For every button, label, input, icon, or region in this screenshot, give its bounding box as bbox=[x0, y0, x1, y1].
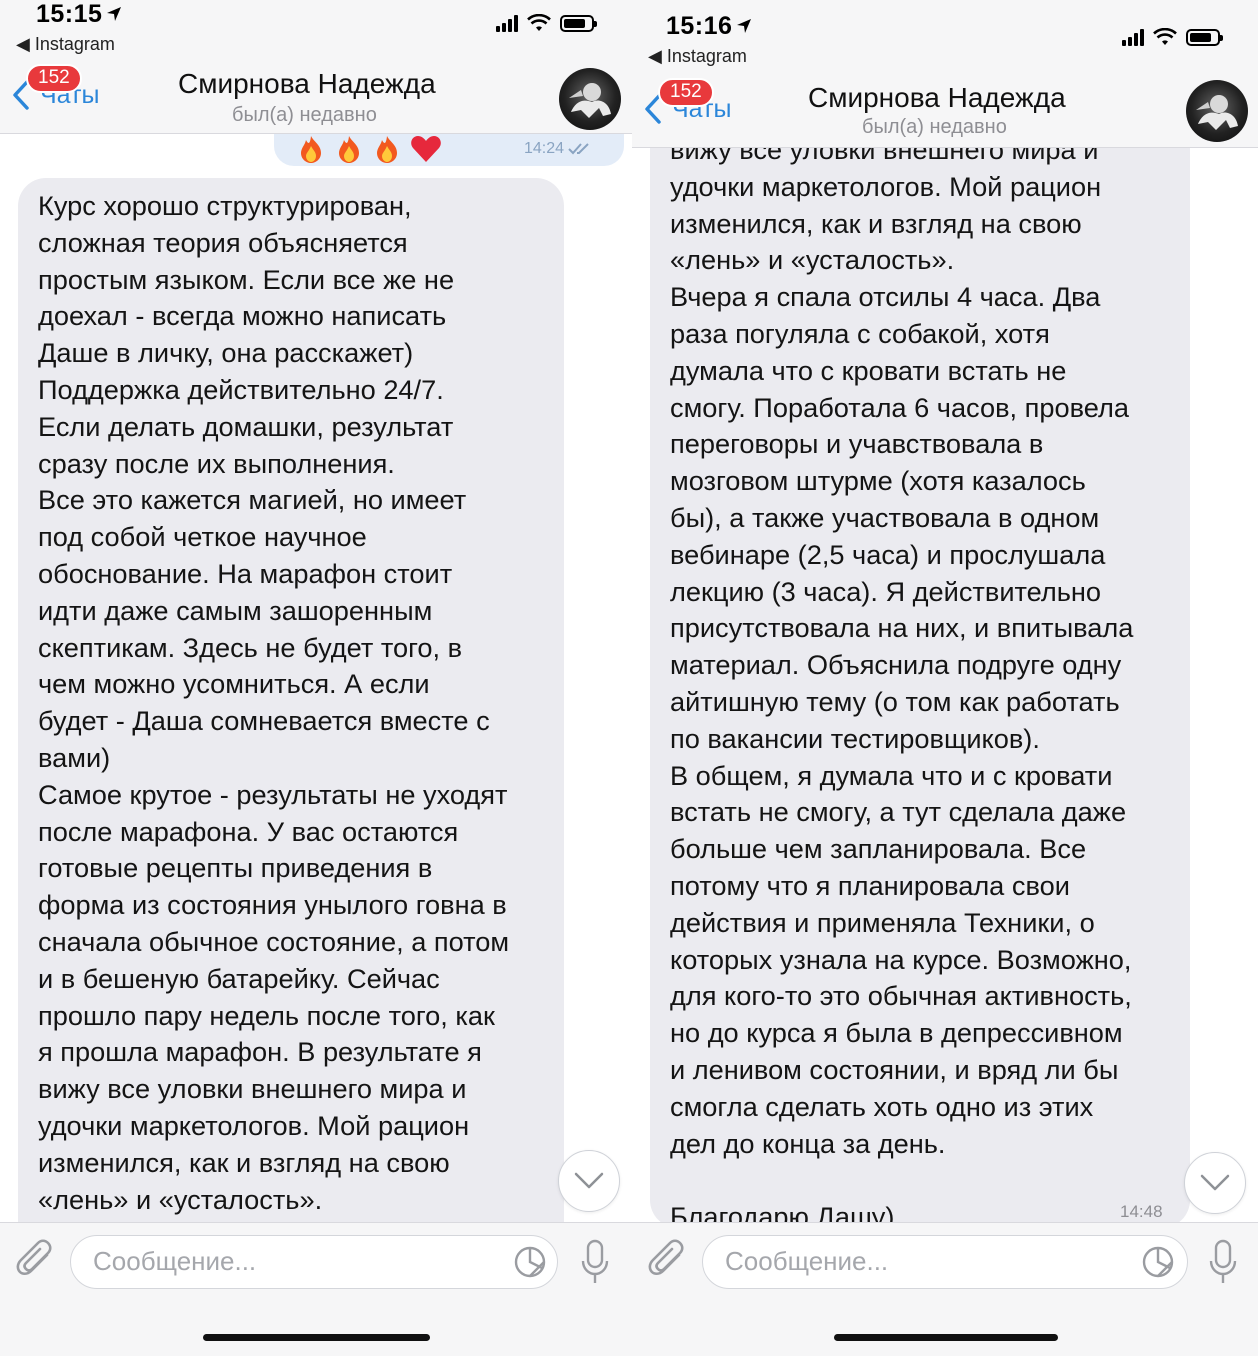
read-checkmarks-icon bbox=[568, 143, 589, 155]
cellular-signal-icon bbox=[496, 14, 518, 32]
fire-icon bbox=[339, 136, 359, 163]
paperclip-icon[interactable] bbox=[648, 1239, 688, 1285]
chat-area[interactable]: вижу все уловки внешнего мира и удочки м… bbox=[632, 148, 1258, 1222]
fire-icon bbox=[301, 136, 321, 163]
chevron-down-icon bbox=[574, 1172, 604, 1189]
sticker-icon[interactable] bbox=[513, 1245, 547, 1279]
message-input-bar bbox=[0, 1222, 632, 1356]
avatar-photo bbox=[569, 83, 611, 118]
cellular-signal-icon bbox=[1122, 28, 1144, 46]
chat-area[interactable]: 14:24 Курс хорошо структурирован, сложна… bbox=[0, 134, 632, 1222]
wifi-icon bbox=[1153, 28, 1177, 45]
message-time: 14:48 bbox=[1120, 1202, 1163, 1221]
microphone-icon[interactable] bbox=[1208, 1239, 1238, 1285]
chat-screen-left: 14:24 Курс хорошо структурирован, сложна… bbox=[0, 0, 632, 1356]
chat-header: 15:15 ◀ Instagram Чаты 152 Смирнова Наде… bbox=[0, 0, 632, 134]
wifi-icon bbox=[527, 14, 551, 31]
location-arrow-icon bbox=[737, 19, 751, 33]
home-indicator[interactable] bbox=[834, 1334, 1058, 1341]
unread-count-badge: 152 bbox=[658, 78, 714, 107]
message-input-bar bbox=[632, 1222, 1258, 1356]
paperclip-icon[interactable] bbox=[16, 1239, 56, 1285]
chevron-down-icon bbox=[1200, 1174, 1230, 1191]
message-input-field[interactable] bbox=[70, 1235, 558, 1289]
last-seen-status: был(а) недавно bbox=[232, 104, 377, 126]
last-seen-status: был(а) недавно bbox=[862, 116, 1007, 138]
home-indicator[interactable] bbox=[203, 1334, 430, 1341]
incoming-message-bubble[interactable]: Курс хорошо структурирован, сложная теор… bbox=[18, 178, 564, 1222]
heart-icon bbox=[411, 136, 441, 162]
sticker-icon[interactable] bbox=[1141, 1245, 1175, 1279]
incoming-message-bubble[interactable]: вижу все уловки внешнего мира и удочки м… bbox=[650, 148, 1190, 1222]
location-arrow-icon bbox=[107, 7, 121, 21]
unread-count-badge: 152 bbox=[26, 64, 82, 93]
scroll-to-bottom-button[interactable] bbox=[558, 1150, 620, 1212]
status-time: 15:16 bbox=[666, 12, 733, 40]
chat-header: 15:16 ◀ Instagram Чаты 152 Смирнова Наде… bbox=[632, 0, 1258, 148]
chat-screen-right: вижу все уловки внешнего мира и удочки м… bbox=[632, 0, 1258, 1356]
message-input[interactable] bbox=[93, 1246, 473, 1277]
contact-avatar[interactable] bbox=[559, 68, 621, 130]
reaction-emojis bbox=[296, 134, 442, 164]
scroll-to-bottom-button[interactable] bbox=[1184, 1152, 1246, 1214]
battery-icon bbox=[1186, 29, 1223, 46]
message-input-field[interactable] bbox=[702, 1235, 1188, 1289]
message-text: вижу все уловки внешнего мира и удочки м… bbox=[670, 148, 1134, 1222]
outgoing-message-bubble[interactable]: 14:24 bbox=[274, 134, 624, 166]
back-to-app-link[interactable]: ◀ Instagram bbox=[16, 34, 115, 55]
contact-avatar[interactable] bbox=[1186, 80, 1248, 142]
message-input[interactable] bbox=[725, 1246, 1105, 1277]
contact-name[interactable]: Смирнова Надежда bbox=[178, 68, 436, 100]
status-time: 15:15 bbox=[36, 0, 103, 28]
status-icons bbox=[496, 14, 597, 32]
outgoing-message-time: 14:24 bbox=[524, 140, 594, 158]
status-icons bbox=[1122, 28, 1223, 46]
microphone-icon[interactable] bbox=[580, 1239, 610, 1285]
contact-name[interactable]: Смирнова Надежда bbox=[808, 82, 1066, 114]
battery-icon bbox=[560, 15, 597, 32]
message-text: Курс хорошо структурирован, сложная теор… bbox=[38, 190, 510, 1215]
avatar-photo bbox=[1196, 95, 1238, 130]
back-to-app-link[interactable]: ◀ Instagram bbox=[648, 46, 747, 67]
fire-icon bbox=[377, 136, 397, 163]
